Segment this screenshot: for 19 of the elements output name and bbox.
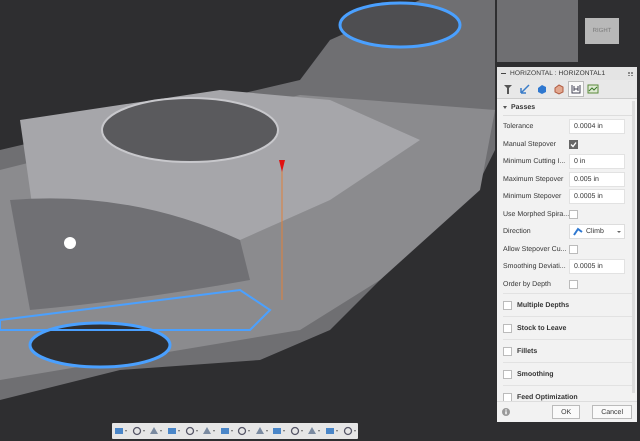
checkbox[interactable] [569,140,578,149]
linking-tab[interactable] [568,81,584,97]
checkbox[interactable] [503,300,512,310]
linking-tab-icon [570,83,582,95]
geometry-tab-icon [519,83,531,95]
simulation-tab-icon [587,83,599,95]
checkbox[interactable] [569,244,578,254]
direction-icon [573,227,583,236]
passes-tab-icon [553,83,565,95]
checkbox[interactable] [503,324,512,332]
checkbox[interactable] [569,210,578,219]
tool-tab-icon [502,83,514,95]
grip-icon[interactable] [628,72,633,76]
info-icon[interactable] [502,408,510,416]
checkbox[interactable] [569,280,578,289]
checkbox[interactable] [503,392,512,402]
checkbox[interactable] [503,370,512,378]
heights-tab-icon [536,83,548,95]
checkbox[interactable] [503,346,512,356]
